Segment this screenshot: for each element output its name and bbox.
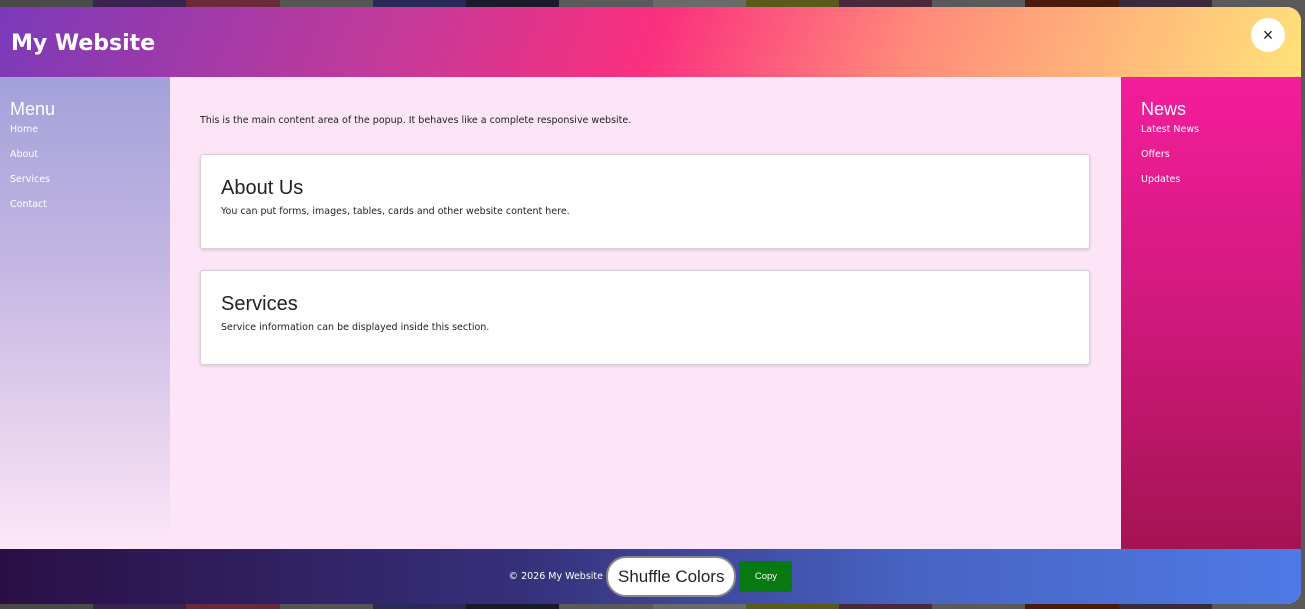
card-text: You can put forms, images, tables, cards…: [221, 206, 570, 217]
sidebar-item-about[interactable]: About: [10, 149, 160, 174]
copyright-text: © 2026 My Website: [508, 571, 603, 582]
close-icon: ×: [1262, 24, 1274, 45]
card-text: Service information can be displayed ins…: [221, 322, 490, 333]
copy-button[interactable]: Copy: [739, 561, 793, 592]
services-card: Services Service information can be disp…: [200, 270, 1090, 365]
menu-title: Menu: [10, 99, 56, 119]
card-title: Services: [221, 293, 298, 315]
sidebar-item-services[interactable]: Services: [10, 174, 160, 199]
card-title: About Us: [221, 177, 304, 199]
close-button[interactable]: ×: [1251, 18, 1285, 52]
intro-text: This is the main content area of the pop…: [200, 115, 632, 126]
sidebar-item-updates[interactable]: Updates: [1141, 174, 1281, 199]
right-sidebar: News Latest News Offers Updates: [1121, 77, 1301, 549]
about-card: About Us You can put forms, images, tabl…: [200, 154, 1090, 249]
sidebar-item-offers[interactable]: Offers: [1141, 149, 1281, 174]
shuffle-colors-button[interactable]: Shuffle Colors: [605, 556, 737, 597]
popup-header: My Website ×: [0, 7, 1301, 77]
popup-footer: © 2026 My Website Shuffle Colors Copy: [0, 549, 1301, 604]
sidebar-item-contact[interactable]: Contact: [10, 199, 160, 224]
sidebar-item-home[interactable]: Home: [10, 124, 160, 149]
sidebar-item-latest-news[interactable]: Latest News: [1141, 124, 1281, 149]
main-content: This is the main content area of the pop…: [170, 77, 1121, 549]
news-title: News: [1141, 99, 1187, 119]
website-popup: My Website × Menu Home About Services Co…: [0, 7, 1301, 604]
site-title: My Website: [11, 31, 156, 56]
left-sidebar: Menu Home About Services Contact: [0, 77, 170, 549]
